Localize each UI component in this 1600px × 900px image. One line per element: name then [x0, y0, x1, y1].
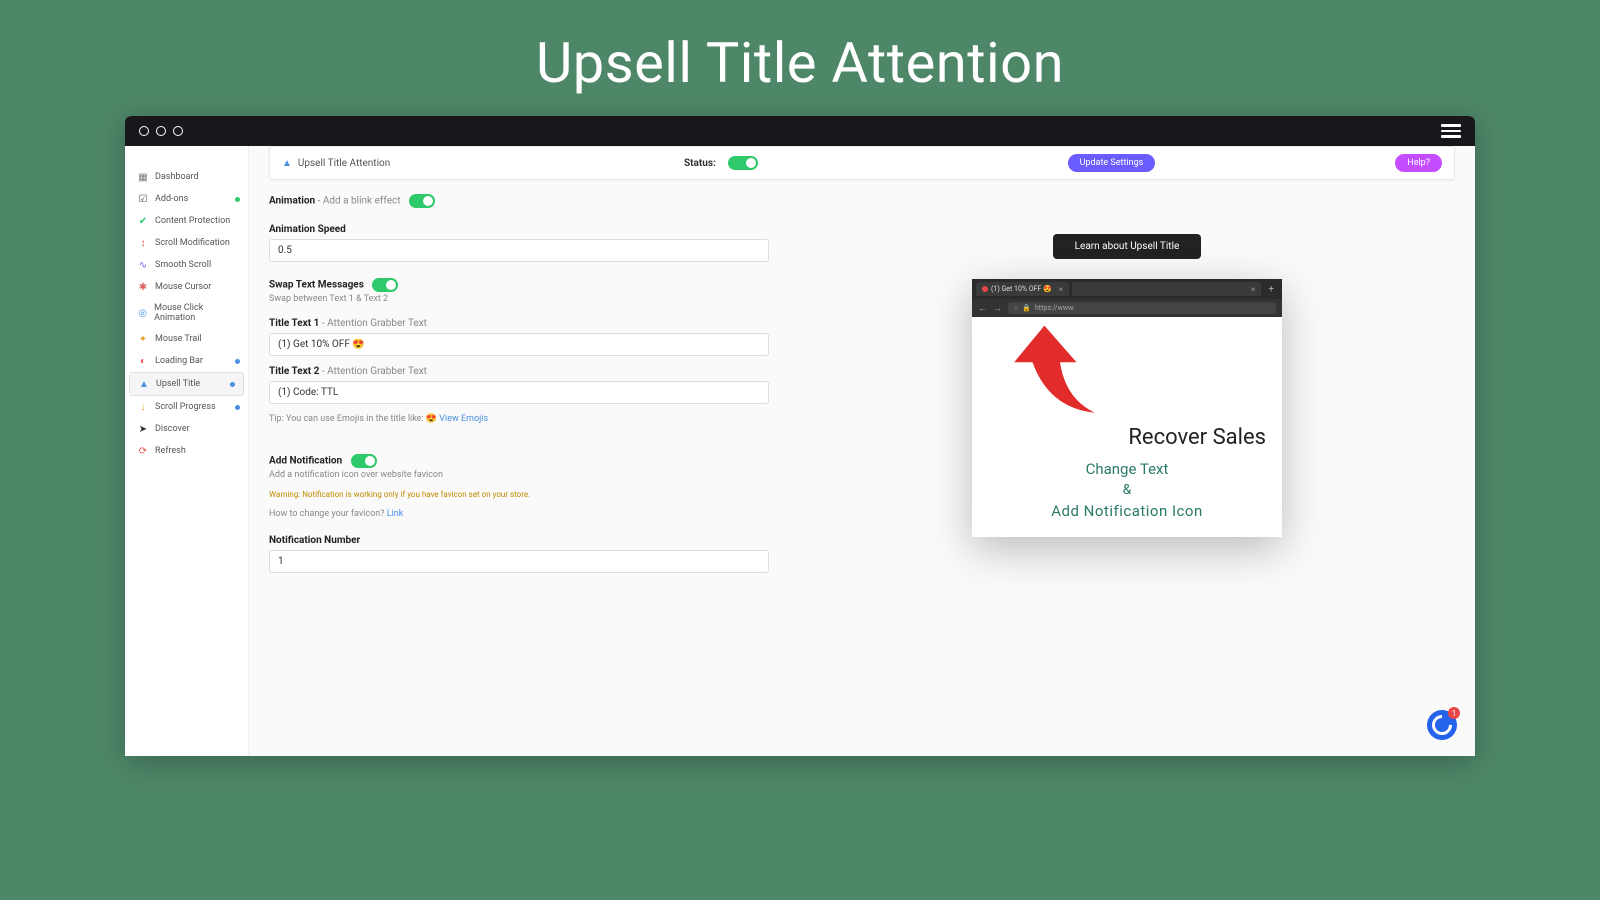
favicon-badge-icon [982, 286, 988, 292]
title2-label: Title Text 2 [269, 366, 319, 377]
sidebar-item-loading-bar[interactable]: ◐Loading Bar [125, 350, 248, 372]
sidebar-item-smooth-scroll[interactable]: ∿Smooth Scroll [125, 254, 248, 276]
titlebar [125, 116, 1475, 146]
tip-text: Tip: You can use Emojis in the title lik… [269, 414, 439, 424]
speed-input[interactable] [269, 239, 769, 262]
traffic-dot[interactable] [173, 126, 183, 136]
status-label: Status: [684, 158, 716, 169]
sidebar-item-content-protection[interactable]: ✔Content Protection [125, 210, 248, 232]
update-settings-button[interactable]: Update Settings [1068, 154, 1156, 172]
tab-title: (1) Get 10% OFF 😍 [991, 285, 1052, 293]
title2-input[interactable] [269, 381, 769, 404]
animation-toggle[interactable] [409, 194, 435, 208]
preview-column: Learn about Upsell Title (1) Get 10% OFF… [799, 194, 1455, 583]
title1-input[interactable] [269, 333, 769, 356]
sidebar-item-mouse-cursor[interactable]: ✱Mouse Cursor [125, 276, 248, 298]
sidebar: ▦Dashboard ☑Add-ons ✔Content Protection … [125, 146, 249, 756]
address-text: https://www. [1035, 304, 1075, 312]
page-title: Upsell Title Attention [298, 158, 390, 169]
swap-desc: Swap between Text 1 & Text 2 [269, 294, 769, 304]
learn-button[interactable]: Learn about Upsell Title [1053, 234, 1202, 259]
notif-num-label: Notification Number [269, 535, 769, 546]
title1-label: Title Text 1 [269, 318, 319, 329]
sidebar-item-scroll-progress[interactable]: ↓Scroll Progress [125, 396, 248, 418]
hamburger-icon[interactable] [1441, 124, 1461, 138]
form-column: Animation - Add a blink effect Animation… [269, 194, 769, 583]
triangle-icon: ▲ [282, 158, 292, 169]
sidebar-item-discover[interactable]: ➤Discover [125, 418, 248, 440]
speed-label: Animation Speed [269, 224, 769, 235]
help-button[interactable]: Help? [1395, 154, 1442, 172]
status-toggle[interactable] [728, 156, 758, 170]
browser-addressbar: ← → ○ 🔒 https://www. [972, 299, 1282, 317]
traffic-dot[interactable] [139, 126, 149, 136]
back-icon[interactable]: ← [978, 303, 987, 314]
notif-toggle[interactable] [351, 454, 377, 468]
hero-title: Upsell Title Attention [0, 0, 1600, 116]
chat-widget[interactable]: 1 [1427, 710, 1457, 740]
app-window: ▦Dashboard ☑Add-ons ✔Content Protection … [125, 116, 1475, 756]
preview-card: (1) Get 10% OFF 😍 × × + ← → ○ 🔒 [972, 279, 1282, 537]
tab-close-icon[interactable]: × [1059, 285, 1063, 294]
swap-toggle[interactable] [372, 278, 398, 292]
notif-label: Add Notification [269, 456, 342, 467]
animation-sublabel: - Add a blink effect [315, 196, 400, 207]
view-emojis-link[interactable]: View Emojis [439, 414, 488, 424]
sidebar-item-addons[interactable]: ☑Add-ons [125, 188, 248, 210]
browser-tab-blank[interactable]: × [1072, 282, 1261, 296]
browser-body: Recover Sales Change Text & Add Notifica… [972, 317, 1282, 537]
forward-icon[interactable]: → [993, 303, 1002, 314]
tab-close-icon[interactable]: × [1251, 285, 1255, 294]
title1-sub: - Attention Grabber Text [319, 318, 427, 329]
lock-icon: 🔒 [1022, 304, 1031, 312]
traffic-lights [139, 126, 183, 136]
favicon-link[interactable]: Link [387, 509, 404, 519]
sidebar-item-mouse-click-animation[interactable]: ◎Mouse Click Animation [125, 298, 248, 328]
favicon-question: How to change your favicon? [269, 509, 387, 519]
info-icon: ○ [1014, 304, 1018, 312]
notif-num-input[interactable] [269, 550, 769, 573]
swap-label: Swap Text Messages [269, 280, 364, 291]
sidebar-item-mouse-trail[interactable]: ✦Mouse Trail [125, 328, 248, 350]
animation-label: Animation [269, 196, 315, 207]
topbar: ▲ Upsell Title Attention Status: Update … [269, 146, 1455, 180]
browser-tab-active[interactable]: (1) Get 10% OFF 😍 × [976, 282, 1069, 296]
arrow-icon [994, 321, 1104, 431]
address-input[interactable]: ○ 🔒 https://www. [1008, 302, 1276, 314]
sidebar-item-scroll-modification[interactable]: ↕Scroll Modification [125, 232, 248, 254]
change-text: Change Text [986, 460, 1268, 478]
sidebar-item-upsell-title[interactable]: ▲Upsell Title [129, 372, 244, 396]
traffic-dot[interactable] [156, 126, 166, 136]
chat-badge: 1 [1448, 707, 1460, 719]
add-notification-text: Add Notification Icon [986, 502, 1268, 520]
sidebar-item-refresh[interactable]: ⟳Refresh [125, 440, 248, 462]
title2-sub: - Attention Grabber Text [319, 366, 427, 377]
notif-warning: Warning: Notification is working only if… [269, 490, 769, 499]
ampersand-text: & [986, 482, 1268, 498]
notif-desc: Add a notification icon over website fav… [269, 470, 769, 480]
sidebar-item-dashboard[interactable]: ▦Dashboard [125, 166, 248, 188]
browser-tabs: (1) Get 10% OFF 😍 × × + [972, 279, 1282, 299]
new-tab-icon[interactable]: + [1264, 284, 1278, 295]
